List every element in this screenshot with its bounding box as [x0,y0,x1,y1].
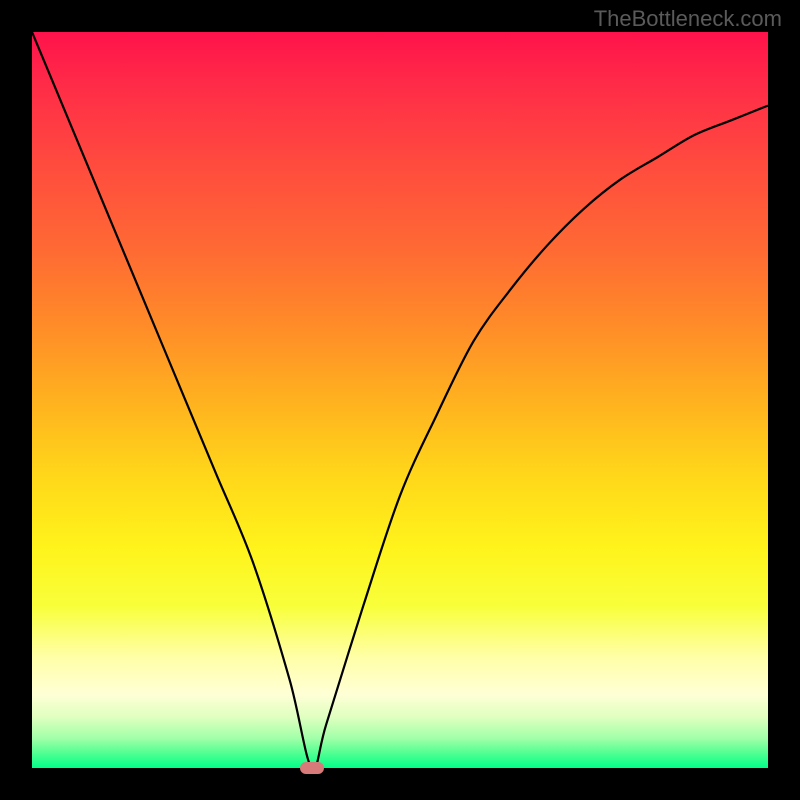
bottleneck-curve-path [32,32,768,768]
notch-marker [300,762,324,774]
watermark-label: TheBottleneck.com [594,6,782,32]
curve-svg [32,32,768,768]
chart-plot-area [32,32,768,768]
